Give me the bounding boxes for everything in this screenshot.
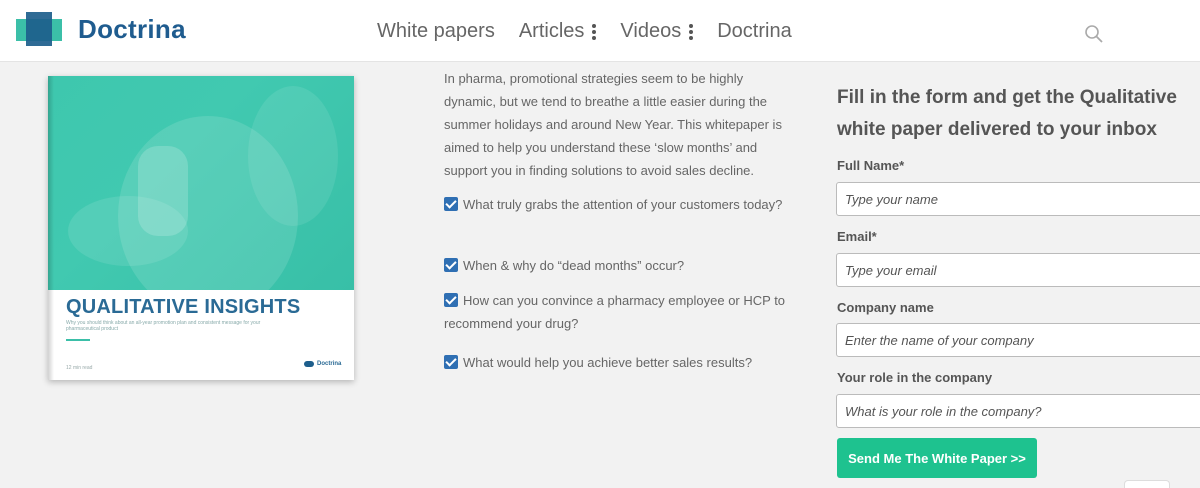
cover-photo — [48, 76, 354, 290]
checklist-text: How can you convince a pharmacy employee… — [444, 293, 786, 331]
form-title: Fill in the form and get the Qualitative… — [837, 82, 1200, 146]
role-field[interactable] — [836, 394, 1200, 428]
logo-mark-icon — [16, 12, 64, 46]
company-name-label: Company name — [837, 300, 934, 315]
more-vertical-icon[interactable] — [689, 23, 694, 40]
email-field[interactable] — [836, 253, 1200, 287]
nav-item-doctrina[interactable]: Doctrina — [717, 20, 791, 43]
nav-item-label: Videos — [620, 20, 682, 42]
book-divider — [66, 339, 90, 341]
more-vertical-icon[interactable] — [592, 23, 597, 40]
nav-item-white-papers[interactable]: White papers — [377, 20, 495, 43]
checklist-text: When & why do “dead months” occur? — [463, 258, 685, 273]
logo-mark-icon — [304, 361, 314, 367]
search-icon[interactable] — [1084, 24, 1104, 44]
white-paper-description: In pharma, promotional strategies seem t… — [444, 71, 782, 178]
book-title: QUALITATIVE INSIGHTS — [66, 296, 301, 318]
email-label: Email* — [837, 229, 877, 244]
nav-item-articles[interactable]: Articles — [519, 20, 597, 43]
checkbox-checked-icon — [444, 293, 458, 307]
book-footer: 12 min read — [66, 365, 93, 371]
form-title-text: Fill in the form and get the Qualitative… — [837, 87, 1177, 140]
nav-item-label: White papers — [377, 20, 495, 42]
role-label: Your role in the company — [837, 370, 993, 385]
checklist-text: What truly grabs the attention of your c… — [463, 197, 783, 212]
full-name-field[interactable] — [836, 182, 1200, 216]
checklist-item: What would help you achieve better sales… — [444, 351, 794, 374]
checkbox-checked-icon — [444, 258, 458, 272]
site-header: Doctrina White papers Articles Videos Do… — [0, 0, 1200, 62]
nav-item-label: Doctrina — [717, 20, 792, 42]
nav-item-videos[interactable]: Videos — [620, 20, 694, 43]
logo[interactable]: Doctrina — [16, 12, 186, 46]
book-subtitle: Why you should think about an all-year p… — [66, 320, 261, 332]
scroll-to-top-tab[interactable] — [1124, 480, 1170, 488]
checkbox-checked-icon — [444, 355, 458, 369]
book-logo: Doctrina — [304, 361, 341, 367]
checklist-item: When & why do “dead months” occur? — [444, 254, 794, 277]
logo-text: Doctrina — [78, 13, 186, 44]
company-name-field[interactable] — [836, 323, 1200, 357]
book-spine — [48, 76, 54, 380]
main-nav: White papers Articles Videos Doctrina — [377, 20, 816, 43]
checklist-item: What truly grabs the attention of your c… — [444, 193, 794, 216]
nav-item-label: Articles — [518, 20, 585, 42]
send-white-paper-button[interactable]: Send Me The White Paper >> — [837, 438, 1037, 478]
white-paper-cover-image: QUALITATIVE INSIGHTS Why you should thin… — [48, 76, 354, 380]
checkbox-checked-icon — [444, 197, 458, 211]
book-logo-text: Doctrina — [317, 361, 342, 367]
checklist-item: How can you convince a pharmacy employee… — [444, 289, 794, 335]
checklist-text: What would help you achieve better sales… — [463, 355, 753, 370]
full-name-label: Full Name* — [837, 158, 905, 173]
